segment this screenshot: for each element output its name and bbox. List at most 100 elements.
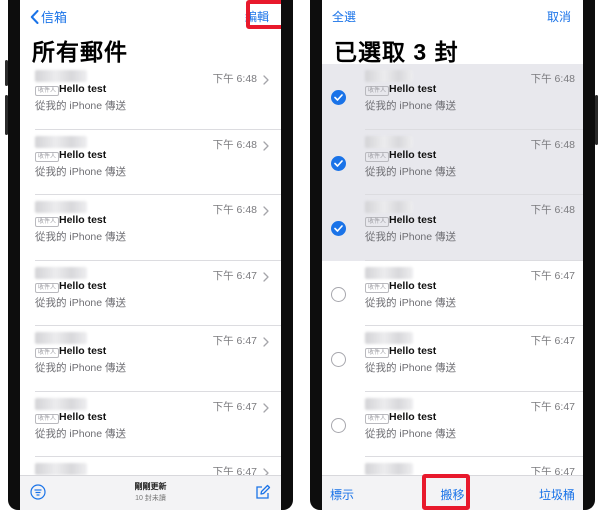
email-row[interactable]: 下午 6:47 收件人Hello test 從我的 iPhone 傳送 [322, 392, 583, 457]
sender-name-redacted [365, 332, 413, 344]
email-time: 下午 6:47 [530, 335, 575, 347]
recipient-tag: 收件人 [35, 151, 60, 162]
volume-button [5, 95, 8, 135]
checkmark-circle-icon[interactable] [331, 221, 346, 236]
chevron-left-icon [30, 9, 39, 24]
email-row[interactable]: 下午 6:47 收件人Hello test 從我的 iPhone 傳送 [20, 261, 281, 326]
email-row[interactable]: 下午 6:47 收件人Hello test 從我的 iPhone 傳送 [20, 392, 281, 457]
sender-name-redacted [35, 397, 87, 410]
sender-name-redacted [35, 332, 87, 344]
recipient-tag: 收件人 [365, 217, 390, 227]
sender-name-redacted [365, 397, 413, 410]
mail-all-screen: 信箱 編輯 所有郵件 下午 6:48 收件人 Hello test 從我的 iPhon… [20, 0, 281, 510]
power-button [595, 95, 598, 145]
recipient-tag: 收件人 [35, 282, 60, 293]
email-subject: Hello test [389, 83, 437, 95]
email-time: 下午 6:48 [530, 138, 575, 151]
email-row[interactable]: 下午 6:48 收件人 Hello test 從我的 iPhone 傳送 [322, 129, 583, 195]
email-time: 下午 6:48 [530, 204, 575, 216]
highlight-box [246, 0, 281, 29]
trash-button[interactable]: 垃圾桶 [539, 486, 575, 503]
recipient-tag: 收件人 [35, 86, 60, 96]
email-subject: Hello test [59, 279, 107, 292]
page-title: 所有郵件 [32, 39, 128, 65]
email-subject: Hello test [389, 214, 437, 226]
email-list: 下午 6:48 收件人 Hello test 從我的 iPhone 傳送 下午 6:48… [20, 64, 281, 510]
sender-name-redacted [365, 266, 413, 279]
chevron-right-icon [263, 138, 269, 151]
email-preview: 從我的 iPhone 傳送 [365, 427, 457, 440]
sender-name-redacted [365, 70, 413, 82]
nav-bar: 全選 取消 [322, 0, 583, 30]
sender-name-redacted [365, 135, 413, 148]
sender-name-redacted [35, 70, 87, 82]
checkmark-circle-icon[interactable] [331, 155, 346, 171]
email-preview: 從我的 iPhone 傳送 [365, 296, 457, 309]
email-row[interactable]: 下午 6:47 收件人Hello test 從我的 iPhone 傳送 [322, 326, 583, 392]
compose-icon[interactable] [255, 484, 271, 500]
email-subject: Hello test [59, 214, 107, 226]
email-time: 下午 6:48 [212, 204, 257, 216]
empty-circle-icon[interactable] [331, 286, 346, 302]
email-preview: 從我的 iPhone 傳送 [35, 100, 127, 112]
empty-circle-icon[interactable] [331, 417, 346, 433]
chevron-right-icon [263, 72, 269, 85]
email-preview: 從我的 iPhone 傳送 [35, 296, 127, 309]
sender-name-redacted [35, 463, 87, 475]
email-list: 下午 6:48 收件人 Hello test 從我的 iPhone 傳送 下午 6:48… [322, 64, 583, 510]
email-time: 下午 6:48 [530, 73, 575, 85]
email-preview: 從我的 iPhone 傳送 [365, 100, 457, 112]
email-row[interactable]: 下午 6:48 收件人 Hello test 從我的 iPhone 傳送 [322, 64, 583, 130]
email-row[interactable]: 下午 6:47 收件人Hello test 從我的 iPhone 傳送 [322, 261, 583, 326]
email-row[interactable]: 下午 6:48 收件人 Hello test 從我的 iPhone 傳送 [20, 64, 281, 130]
nav-bar: 信箱 編輯 [20, 0, 281, 30]
email-row[interactable]: 下午 6:48 收件人 Hello test 從我的 iPhone 傳送 [20, 195, 281, 261]
email-preview: 從我的 iPhone 傳送 [35, 231, 127, 243]
email-time: 下午 6:48 [212, 138, 257, 151]
email-subject: Hello test [59, 83, 107, 95]
chevron-right-icon [263, 203, 269, 216]
highlight-box [422, 474, 470, 510]
email-preview: 從我的 iPhone 傳送 [365, 165, 457, 178]
cancel-button[interactable]: 取消 [547, 8, 571, 25]
email-row[interactable]: 下午 6:48 收件人 Hello test 從我的 iPhone 傳送 [322, 195, 583, 261]
email-subject: Hello test [59, 345, 107, 357]
email-subject: Hello test [389, 410, 437, 423]
left-phone-frame: 信箱 編輯 所有郵件 下午 6:48 收件人 Hello test 從我的 iPhon… [5, 0, 293, 510]
chevron-right-icon [263, 400, 269, 413]
email-time: 下午 6:47 [530, 269, 575, 282]
recipient-tag: 收件人 [35, 217, 60, 227]
update-status: 剛剛更新 [134, 482, 167, 491]
email-subject: Hello test [59, 410, 107, 423]
email-preview: 從我的 iPhone 傳送 [35, 362, 127, 374]
recipient-tag: 收件人 [35, 413, 60, 424]
recipient-tag: 收件人 [365, 348, 390, 358]
select-all-button[interactable]: 全選 [332, 8, 356, 25]
recipient-tag: 收件人 [365, 86, 390, 96]
empty-circle-icon[interactable] [331, 352, 346, 367]
email-row[interactable]: 下午 6:48 收件人 Hello test 從我的 iPhone 傳送 [20, 130, 281, 195]
email-row[interactable]: 下午 6:47 收件人Hello test 從我的 iPhone 傳送 [20, 326, 281, 392]
email-subject: Hello test [389, 148, 437, 161]
volume-button [5, 60, 8, 86]
email-time: 下午 6:47 [212, 400, 257, 413]
recipient-tag: 收件人 [35, 348, 60, 358]
checkmark-circle-icon[interactable] [331, 90, 346, 105]
email-time: 下午 6:48 [212, 73, 257, 85]
mail-edit-screen: 全選 取消 已選取 3 封 下午 6:48 收件人 Hello test 從我的 iP… [322, 0, 583, 510]
bottom-toolbar: 剛剛更新 10 封未讀 [20, 475, 281, 510]
chevron-right-icon [263, 334, 269, 347]
sender-name-redacted [35, 201, 87, 213]
sender-name-redacted [35, 266, 87, 279]
recipient-tag: 收件人 [365, 413, 390, 424]
email-time: 下午 6:47 [530, 400, 575, 413]
email-preview: 從我的 iPhone 傳送 [365, 231, 457, 243]
email-time: 下午 6:47 [212, 335, 257, 347]
back-to-mailboxes-button[interactable]: 信箱 [30, 7, 67, 26]
right-phone-frame: 全選 取消 已選取 3 封 下午 6:48 收件人 Hello test 從我的 iP… [310, 0, 598, 510]
chevron-right-icon [263, 269, 269, 282]
back-label: 信箱 [41, 10, 68, 25]
recipient-tag: 收件人 [365, 282, 390, 293]
email-preview: 從我的 iPhone 傳送 [35, 165, 127, 178]
unread-count: 10 封未讀 [135, 495, 166, 502]
